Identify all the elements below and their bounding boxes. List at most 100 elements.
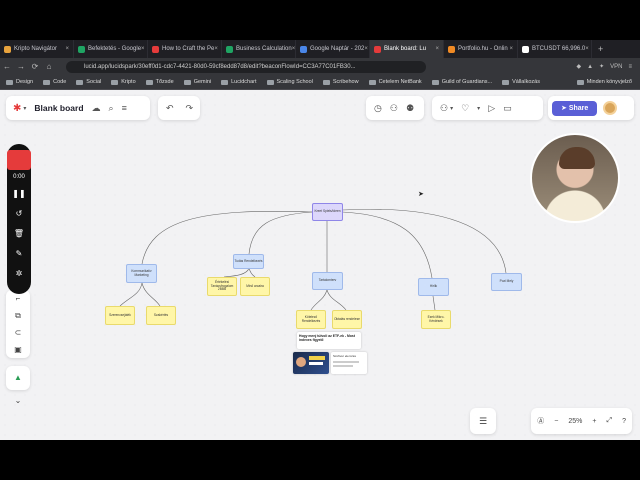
extension-icon[interactable]: ▲ bbox=[587, 64, 593, 70]
zoom-level[interactable]: 25% bbox=[568, 418, 582, 425]
bookmark-item[interactable]: Kripto bbox=[111, 79, 136, 85]
mindmap-connectors bbox=[119, 209, 508, 311]
close-tab-icon[interactable]: × bbox=[141, 46, 145, 52]
restart-icon[interactable]: ↺ bbox=[7, 204, 31, 224]
bookmark-item[interactable]: Guild of Guardians... bbox=[431, 79, 493, 85]
folder-icon bbox=[183, 79, 191, 85]
mindmap-node[interactable]: Tartalomterv bbox=[312, 272, 343, 290]
url-field[interactable]: lucid.app/lucidspark/30eff0d1-cdc7-4421-… bbox=[66, 60, 426, 73]
card-text-line bbox=[333, 365, 353, 367]
folder-icon bbox=[221, 79, 229, 85]
tab-favicon-icon bbox=[374, 45, 381, 53]
card-caption: Szoftver elemzés bbox=[333, 354, 357, 358]
webcam-person bbox=[559, 147, 595, 169]
bookmark-item[interactable]: Design bbox=[6, 79, 33, 85]
pause-icon[interactable]: ❚❚ bbox=[7, 184, 31, 204]
tab-favicon-icon bbox=[522, 45, 529, 53]
sticky-note[interactable]: Értékelési Tanácsfrogalom 2BBB bbox=[207, 277, 237, 296]
accessibility-icon[interactable]: Ⓐ bbox=[537, 416, 544, 426]
bookmark-item[interactable]: Tőzsde bbox=[145, 79, 174, 85]
thumbnail-text-block bbox=[309, 362, 323, 365]
browser-tab[interactable]: How to Craft the Pe × bbox=[148, 40, 222, 58]
tab-favicon-icon bbox=[448, 45, 455, 53]
sticky-note[interactable]: Szakértés bbox=[146, 306, 176, 325]
bookmark-item[interactable]: Scribehow bbox=[322, 79, 359, 85]
close-tab-icon[interactable]: × bbox=[214, 46, 218, 52]
browser-tab[interactable]: Kripto Navigátor × bbox=[0, 40, 74, 58]
browser-tab-bar: Kripto Navigátor × Befektetés - Google × How… bbox=[0, 40, 640, 58]
sticky-note[interactable]: Kötelező Rendelkezés bbox=[296, 310, 326, 329]
bookmark-item[interactable]: Cetelem NetBank bbox=[368, 79, 422, 85]
menu-icon[interactable]: ≡ bbox=[628, 64, 632, 70]
tab-favicon-icon bbox=[226, 45, 233, 53]
reload-icon[interactable]: ⟳ bbox=[28, 62, 42, 71]
bookmark-item[interactable]: Social bbox=[76, 79, 101, 85]
mindmap-root-node[interactable]: Kreet Spiels/Ideen bbox=[312, 203, 343, 221]
bookmark-item[interactable]: Scaling School bbox=[266, 79, 313, 85]
bookmark-item[interactable]: Vállalkozás bbox=[502, 79, 540, 85]
new-tab-button[interactable]: + bbox=[592, 44, 609, 54]
fit-screen-icon[interactable]: ⤢ bbox=[606, 417, 612, 425]
browser-tab[interactable]: Blank board: Lu × bbox=[370, 40, 444, 58]
browser-tab[interactable]: BTCUSDT 66,996.0 × bbox=[518, 40, 592, 58]
browser-tab[interactable]: Google Naptár - 202 × bbox=[296, 40, 370, 58]
mindmap-node[interactable]: Kommunikatív Marketing bbox=[126, 264, 157, 283]
bookmark-item[interactable]: Code bbox=[43, 79, 66, 85]
bookmark-label: Guild of Guardians... bbox=[441, 79, 493, 85]
close-tab-icon[interactable]: × bbox=[435, 46, 439, 52]
puzzle-icon[interactable]: ✦ bbox=[599, 63, 604, 70]
tab-favicon-icon bbox=[300, 45, 307, 53]
close-tab-icon[interactable]: × bbox=[509, 46, 513, 52]
tab-label: Blank board: Lu bbox=[384, 46, 427, 52]
browser-tab[interactable]: Business Calculation × bbox=[222, 40, 296, 58]
close-tab-icon[interactable]: × bbox=[65, 46, 69, 52]
screen: Kripto Navigátor × Befektetés - Google × How… bbox=[0, 0, 640, 480]
bookmark-item[interactable]: Gemini bbox=[183, 79, 212, 85]
board-canvas[interactable]: ✱ ▾ Blank board ☁ ⌕ ≡ ↶ ↷ ◷ ⚇ ⚉ ⚇ ▾ ♡ ▾ … bbox=[0, 90, 640, 440]
home-icon[interactable]: ⌂ bbox=[42, 62, 56, 71]
effects-icon[interactable]: ✲ bbox=[7, 264, 31, 284]
zoom-out-button[interactable]: − bbox=[554, 418, 558, 425]
folder-icon bbox=[111, 79, 119, 85]
sticky-note[interactable]: Oktatás rendelese bbox=[332, 310, 362, 329]
article-card[interactable]: Szoftver elemzés bbox=[331, 352, 367, 374]
browser-tab[interactable]: Portfolio.hu - Onlin × bbox=[444, 40, 518, 58]
close-tab-icon[interactable]: × bbox=[364, 46, 368, 52]
shield-icon[interactable]: ◆ bbox=[577, 63, 582, 70]
close-tab-icon[interactable]: × bbox=[585, 46, 589, 52]
sticky-note[interactable]: Ezek Mikro-Kérdések bbox=[421, 310, 451, 329]
pen-icon[interactable]: ✎ bbox=[7, 244, 31, 264]
vpn-badge[interactable]: VPN bbox=[610, 64, 622, 70]
card-text-line bbox=[333, 361, 359, 363]
sticky-note[interactable]: Minő arcaira bbox=[240, 277, 270, 296]
folder-icon bbox=[368, 79, 376, 85]
browser-tab[interactable]: Befektetés - Google × bbox=[74, 40, 148, 58]
mindmap-node[interactable]: Pozi Mely bbox=[491, 273, 522, 291]
mouse-cursor-icon: ➤ bbox=[418, 191, 424, 198]
embedded-link-card[interactable]: Hogy menj túlvoli az ETF-ek - Most index… bbox=[297, 332, 361, 349]
close-tab-icon[interactable]: × bbox=[292, 46, 295, 52]
trash-icon[interactable]: 🗑 bbox=[7, 224, 31, 244]
bookmark-label: Scribehow bbox=[332, 79, 359, 85]
stop-recording-button[interactable] bbox=[7, 150, 31, 170]
folder-icon bbox=[76, 79, 84, 85]
bookmark-label: Social bbox=[86, 79, 102, 85]
thumbnail-person bbox=[296, 357, 306, 367]
bookmark-label: Tőzsde bbox=[155, 79, 174, 85]
mindmap-node[interactable]: Tudás Rendelkezés bbox=[233, 254, 264, 269]
outline-list-button[interactable]: ☰ bbox=[470, 408, 496, 434]
sticky-note[interactable]: Szerencsejáték bbox=[105, 306, 135, 325]
other-bookmarks[interactable]: Minden könyvjelző bbox=[576, 79, 640, 85]
tab-label: Business Calculation bbox=[236, 46, 292, 52]
video-thumbnail[interactable] bbox=[293, 352, 329, 374]
back-icon[interactable]: ← bbox=[0, 62, 14, 71]
tab-favicon-icon bbox=[152, 45, 159, 53]
mindmap-node[interactable]: Hírlik bbox=[418, 278, 449, 296]
bookmark-label: Gemini bbox=[193, 79, 212, 85]
help-icon[interactable]: ? bbox=[622, 418, 626, 425]
tab-label: BTCUSDT 66,996.0 bbox=[532, 46, 586, 52]
bookmark-item[interactable]: Lucidchart bbox=[221, 79, 257, 85]
webcam-bubble[interactable] bbox=[530, 133, 620, 223]
forward-icon[interactable]: → bbox=[14, 62, 28, 71]
zoom-in-button[interactable]: + bbox=[592, 418, 596, 425]
